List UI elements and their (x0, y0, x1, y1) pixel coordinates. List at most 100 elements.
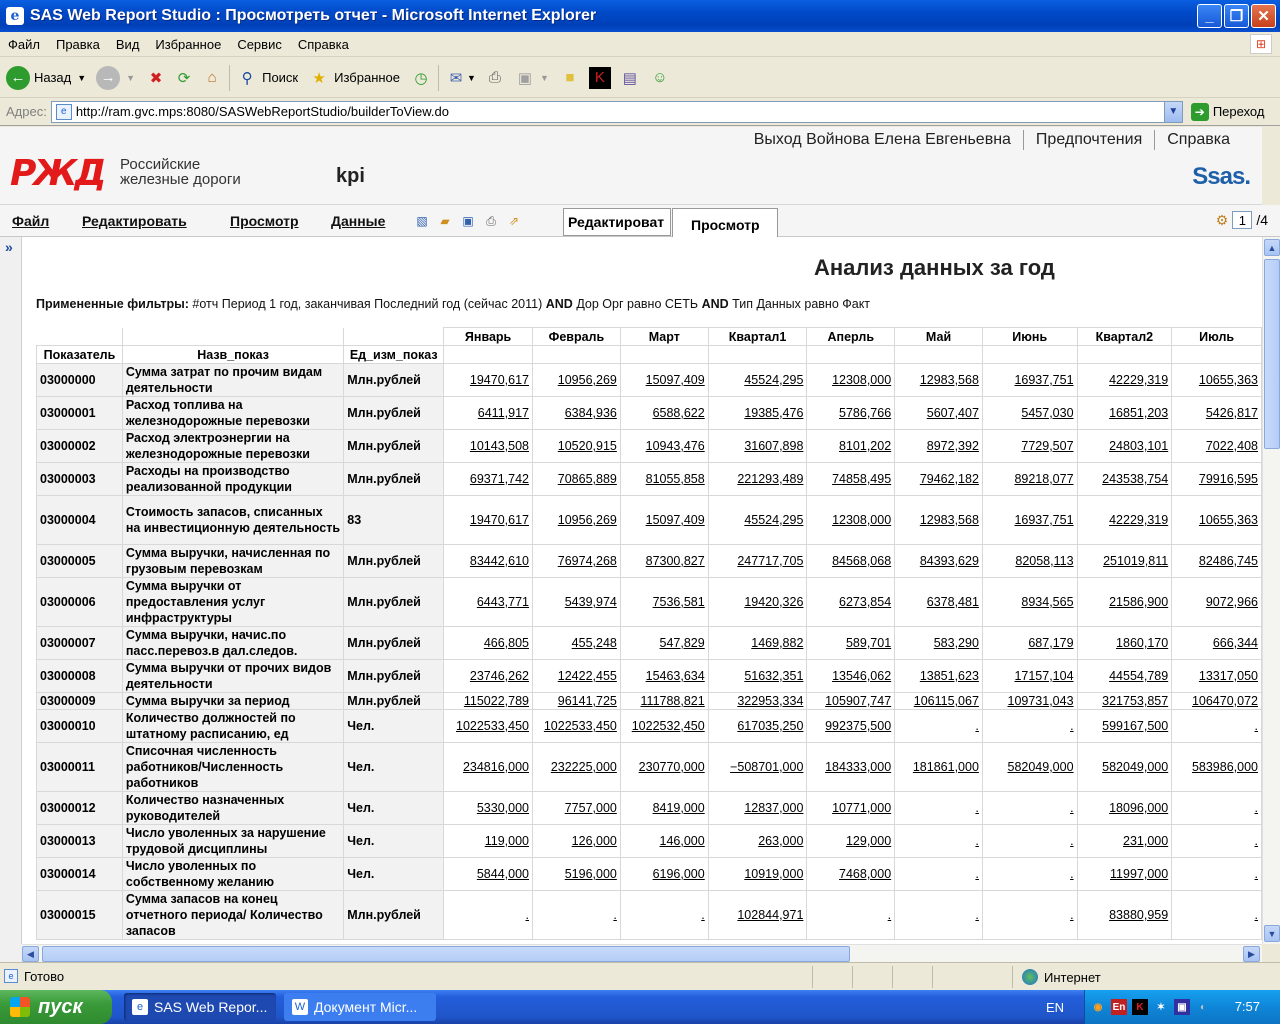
value-cell[interactable]: 10143,508 (443, 429, 533, 463)
lang-en-icon[interactable]: En (1111, 999, 1127, 1015)
value-cell[interactable]: 106470,072 (1171, 692, 1262, 710)
mail-icon[interactable]: ✉ (445, 67, 467, 89)
value-cell[interactable]: 19470,617 (443, 495, 533, 545)
chevron-down-icon[interactable]: ▼ (126, 73, 135, 83)
value-cell[interactable]: 5439,974 (532, 577, 621, 627)
value-cell[interactable]: 5607,407 (894, 396, 983, 430)
column-header[interactable]: Ед_изм_показ (343, 345, 445, 364)
logout-link[interactable]: Выход Войнова Елена Евгеньевна (742, 131, 1023, 149)
stop-icon[interactable]: ✖ (145, 67, 167, 89)
new-report-icon[interactable]: ▧ (414, 213, 430, 229)
value-cell[interactable]: 12837,000 (707, 791, 808, 825)
value-cell[interactable]: 83880,959 (1076, 890, 1173, 940)
value-cell[interactable]: 10956,269 (532, 363, 621, 397)
address-field[interactable]: e ▼ (50, 100, 1183, 123)
value-cell[interactable]: 7536,581 (619, 577, 709, 627)
value-cell[interactable]: 321753,857 (1076, 692, 1173, 710)
value-cell[interactable]: 19420,326 (707, 577, 808, 627)
value-cell[interactable]: 102844,971 (707, 890, 808, 940)
menu-view[interactable]: Вид (108, 37, 148, 52)
forward-button[interactable]: → ▼ (96, 65, 135, 90)
value-cell[interactable]: 8101,202 (806, 429, 896, 463)
print-icon[interactable]: ⎙ (483, 213, 499, 229)
firefox-icon[interactable]: ◉ (1090, 999, 1106, 1015)
value-cell[interactable]: 51632,351 (707, 659, 808, 693)
value-cell[interactable]: 5330,000 (443, 791, 533, 825)
research-icon[interactable]: ▤ (619, 67, 641, 89)
help-link[interactable]: Справка (1155, 131, 1242, 149)
value-cell[interactable]: 129,000 (806, 824, 896, 858)
value-cell[interactable]: 87300,827 (619, 544, 709, 578)
chevron-down-icon[interactable]: ▼ (540, 73, 549, 83)
value-cell[interactable]: 234816,000 (443, 742, 533, 792)
chevron-down-icon[interactable]: ▼ (1163, 101, 1182, 122)
print-icon[interactable]: ⎙ (484, 67, 506, 89)
side-panel-toggle[interactable]: » (0, 237, 22, 944)
value-cell[interactable]: 8419,000 (619, 791, 709, 825)
value-cell[interactable]: 5844,000 (443, 857, 533, 891)
value-cell[interactable]: . (981, 709, 1078, 743)
value-cell[interactable]: 13317,050 (1171, 659, 1262, 693)
favorites-button[interactable]: ★ Избранное (308, 67, 400, 89)
history-icon[interactable]: ◷ (410, 67, 432, 89)
value-cell[interactable]: 263,000 (707, 824, 808, 858)
value-cell[interactable]: 7468,000 (806, 857, 896, 891)
value-cell[interactable]: 687,179 (981, 626, 1078, 660)
value-cell[interactable]: 11997,000 (1076, 857, 1173, 891)
value-cell[interactable]: 15097,409 (619, 363, 709, 397)
value-cell[interactable]: 84393,629 (894, 544, 983, 578)
value-cell[interactable]: 10520,915 (532, 429, 621, 463)
export-icon[interactable]: ⇗ (506, 213, 522, 229)
value-cell[interactable]: 83442,610 (443, 544, 533, 578)
chevron-down-icon[interactable]: ▼ (467, 73, 476, 83)
value-cell[interactable]: . (894, 857, 983, 891)
value-cell[interactable]: 115022,789 (443, 692, 533, 710)
value-cell[interactable]: 8934,565 (981, 577, 1078, 627)
value-cell[interactable]: . (894, 791, 983, 825)
value-cell[interactable]: 109731,043 (981, 692, 1078, 710)
value-cell[interactable]: 10655,363 (1171, 363, 1262, 397)
value-cell[interactable]: 1022532,450 (619, 709, 709, 743)
value-cell[interactable]: 79462,182 (894, 462, 983, 496)
value-cell[interactable]: 582049,000 (981, 742, 1078, 792)
go-button[interactable]: ➔ Переход (1190, 102, 1264, 121)
monitor-icon[interactable]: ▣ (1174, 999, 1190, 1015)
value-cell[interactable]: 582049,000 (1076, 742, 1173, 792)
search-button[interactable]: ⚲ Поиск (236, 67, 299, 89)
app-menu-data[interactable]: Данные (331, 213, 385, 229)
value-cell[interactable]: 7022,408 (1171, 429, 1262, 463)
column-header[interactable]: Назв_показ (121, 345, 345, 364)
value-cell[interactable]: . (981, 890, 1078, 940)
value-cell[interactable]: 589,701 (806, 626, 896, 660)
value-cell[interactable]: 7729,507 (981, 429, 1078, 463)
speaker-icon[interactable]: ◐ (1195, 999, 1211, 1015)
value-cell[interactable]: 45524,295 (707, 363, 808, 397)
value-cell[interactable]: 18096,000 (1076, 791, 1173, 825)
value-cell[interactable]: 221293,489 (707, 462, 808, 496)
value-cell[interactable]: 13546,062 (806, 659, 896, 693)
value-cell[interactable]: 76974,268 (532, 544, 621, 578)
save-icon[interactable]: ▣ (460, 213, 476, 229)
value-cell[interactable]: 992375,500 (806, 709, 896, 743)
tab-view[interactable]: Просмотр (672, 208, 778, 237)
taskbar-item-ie[interactable]: e SAS Web Repor... (124, 993, 276, 1021)
value-cell[interactable]: 666,344 (1171, 626, 1262, 660)
value-cell[interactable]: 1469,882 (707, 626, 808, 660)
maximize-button[interactable]: ❐ (1224, 4, 1249, 28)
value-cell[interactable]: . (1171, 857, 1262, 891)
value-cell[interactable]: 44554,789 (1076, 659, 1173, 693)
value-cell[interactable]: 232225,000 (532, 742, 621, 792)
app-menu-file[interactable]: Файл (12, 213, 49, 229)
value-cell[interactable]: 1022533,450 (532, 709, 621, 743)
value-cell[interactable]: . (619, 890, 709, 940)
value-cell[interactable]: . (1171, 824, 1262, 858)
value-cell[interactable]: 12983,568 (894, 495, 983, 545)
value-cell[interactable]: 119,000 (443, 824, 533, 858)
address-input[interactable] (75, 104, 1156, 119)
scroll-thumb[interactable] (42, 946, 850, 962)
value-cell[interactable]: 24803,101 (1076, 429, 1173, 463)
page-nav-icon[interactable]: ⚙ (1216, 212, 1229, 229)
value-cell[interactable]: 8972,392 (894, 429, 983, 463)
value-cell[interactable]: 12983,568 (894, 363, 983, 397)
value-cell[interactable]: . (894, 709, 983, 743)
